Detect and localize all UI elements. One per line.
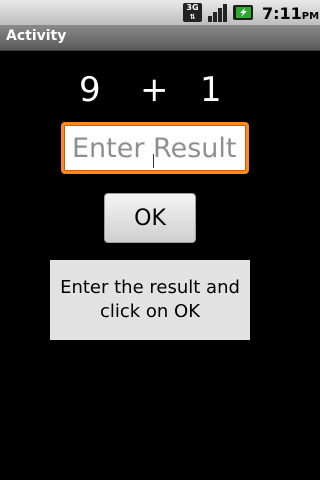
result-input[interactable] — [61, 122, 249, 174]
ok-button[interactable]: OK — [104, 193, 196, 243]
status-bar: 3G ⇅ 7:11PM — [0, 0, 320, 25]
clock-ampm: PM — [301, 11, 320, 22]
message-box: Enter the result and click on OK — [50, 260, 250, 340]
text-cursor — [153, 154, 154, 168]
operand-a: 9 — [79, 70, 101, 110]
signal-strength-icon — [208, 4, 227, 22]
activity-title: Activity — [6, 28, 67, 44]
instruction-message: Enter the result and click on OK — [60, 277, 240, 322]
operator-sign: + — [140, 70, 169, 110]
3g-data-icon: 3G ⇅ — [183, 3, 202, 22]
status-clock: 7:11PM — [262, 4, 319, 23]
battery-charging-icon — [233, 5, 253, 20]
app-screen: 3G ⇅ 7:11PM Activity 9 + 1 OK Enter th — [0, 0, 320, 480]
equation: 9 + 1 — [0, 70, 320, 114]
operand-b: 1 — [200, 70, 222, 110]
clock-time: 7:11 — [262, 4, 302, 23]
title-bar: Activity — [0, 25, 320, 51]
network-type-label: 3G — [186, 3, 199, 12]
